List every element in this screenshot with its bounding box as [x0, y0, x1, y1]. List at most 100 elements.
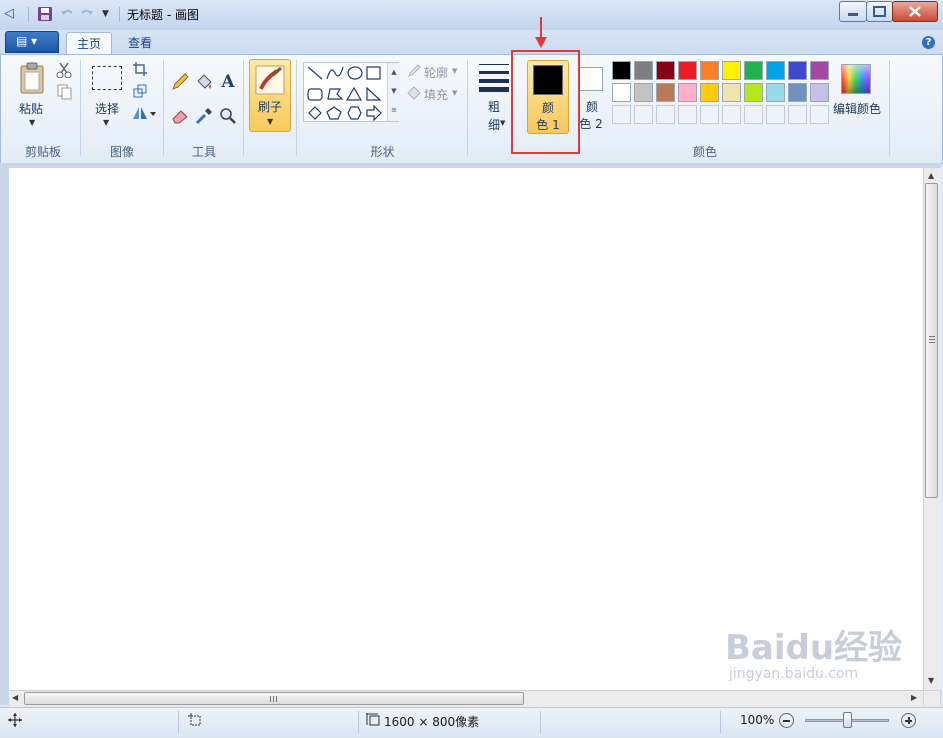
select-label[interactable]: 选择 [88, 100, 126, 117]
custom-color-slot[interactable] [612, 105, 631, 124]
zoom-slider-thumb[interactable] [842, 712, 852, 728]
color-picker-icon[interactable] [194, 106, 214, 126]
resize-icon[interactable] [133, 84, 147, 98]
custom-color-slot[interactable] [722, 105, 741, 124]
close-button[interactable] [892, 1, 938, 22]
pencil-icon[interactable] [170, 72, 190, 92]
palette-swatch[interactable] [722, 61, 741, 80]
eraser-icon[interactable] [170, 106, 190, 126]
custom-color-slot[interactable] [766, 105, 785, 124]
redo-icon[interactable] [79, 6, 95, 22]
paint-app-icon[interactable]: ◁ [4, 6, 20, 22]
magnifier-icon[interactable] [218, 106, 238, 126]
hexagon-shape-icon [347, 106, 362, 120]
file-menu-label: ▤ ▾ [16, 34, 38, 48]
palette-swatch[interactable] [634, 61, 653, 80]
custom-color-slot[interactable] [744, 105, 763, 124]
palette-swatch[interactable] [612, 83, 631, 102]
palette-swatch[interactable] [634, 83, 653, 102]
fill-dropdown-icon[interactable]: ▼ [452, 89, 457, 97]
paste-icon[interactable] [19, 62, 45, 94]
shapes-gallery-scroll[interactable]: ▲ ▼ ≡ [387, 63, 400, 121]
brushes-dropdown-icon: ▼ [267, 117, 274, 126]
zoom-in-button[interactable] [901, 713, 916, 728]
zoom-out-button[interactable] [779, 713, 794, 728]
tab-view[interactable]: 查看 [118, 32, 162, 54]
palette-swatch[interactable] [788, 61, 807, 80]
diamond-shape-icon [308, 106, 322, 120]
tools-group-label: 工具 [191, 145, 216, 159]
group-separator [243, 60, 244, 156]
group-separator [163, 60, 164, 156]
fill-icon[interactable] [407, 86, 421, 100]
annotation-highlight-box [511, 50, 580, 154]
text-tool-icon[interactable]: A [218, 72, 238, 92]
undo-icon[interactable] [59, 6, 75, 22]
crop-icon[interactable] [133, 62, 147, 76]
edit-colors-label[interactable]: 编辑颜色 [830, 100, 884, 117]
zoom-level-text: 100% [740, 713, 775, 727]
custom-color-slot[interactable] [656, 105, 675, 124]
file-menu-button[interactable]: ▤ ▾ [5, 31, 59, 53]
tab-home[interactable]: 主页 [66, 32, 112, 55]
status-separator [358, 711, 359, 733]
palette-swatch[interactable] [766, 83, 785, 102]
vertical-scroll-thumb[interactable] [925, 183, 938, 498]
maximize-button[interactable] [866, 1, 893, 22]
shapes-group-label: 形状 [370, 145, 395, 159]
palette-swatch[interactable] [744, 61, 763, 80]
select-icon[interactable] [92, 66, 122, 90]
custom-color-slot[interactable] [810, 105, 829, 124]
palette-swatch[interactable] [810, 61, 829, 80]
brushes-button[interactable]: 刷子 ▼ [249, 59, 291, 132]
palette-swatch[interactable] [656, 83, 675, 102]
paste-label[interactable]: 粘贴 [14, 100, 48, 117]
palette-swatch[interactable] [656, 61, 675, 80]
palette-swatch[interactable] [700, 83, 719, 102]
oval-shape-icon [347, 66, 363, 80]
brush-icon [255, 65, 285, 95]
palette-swatch[interactable] [678, 61, 697, 80]
customize-quick-access-icon[interactable]: ▼ [102, 9, 109, 19]
palette-swatch[interactable] [744, 83, 763, 102]
custom-color-slot[interactable] [634, 105, 653, 124]
palette-swatch[interactable] [766, 61, 785, 80]
shapes-gallery: ▲ ▼ ≡ [303, 62, 400, 122]
right-triangle-shape-icon [366, 86, 382, 101]
minimize-button[interactable] [839, 1, 867, 22]
color2-swatch [579, 67, 603, 91]
select-dropdown-icon[interactable]: ▼ [103, 118, 109, 127]
palette-swatch[interactable] [810, 83, 829, 102]
paste-dropdown-icon[interactable]: ▼ [29, 118, 35, 127]
help-icon[interactable]: ? [922, 36, 935, 49]
outline-label[interactable]: 轮廓 [424, 64, 448, 81]
horizontal-scroll-thumb[interactable] [24, 692, 524, 705]
line-shape-icon [307, 66, 323, 80]
palette-swatch[interactable] [722, 83, 741, 102]
group-separator [889, 60, 890, 156]
custom-color-slot[interactable] [678, 105, 697, 124]
palette-swatch[interactable] [700, 61, 719, 80]
outline-dropdown-icon[interactable]: ▼ [452, 67, 457, 75]
cut-icon[interactable] [56, 62, 72, 79]
fill-label[interactable]: 填充 [424, 86, 448, 103]
group-separator [467, 60, 468, 156]
color2-label-top: 颜 [585, 100, 598, 114]
fill-bucket-icon[interactable] [194, 72, 214, 92]
size-line-2 [479, 71, 509, 74]
size-button[interactable]: 粗 细 ▼ [477, 62, 513, 136]
polygon-shape-icon [327, 88, 344, 100]
palette-swatch[interactable] [788, 83, 807, 102]
rotate-icon[interactable] [132, 106, 156, 120]
copy-icon[interactable] [56, 84, 72, 100]
image-group-label: 图像 [109, 145, 134, 159]
palette-swatch[interactable] [612, 61, 631, 80]
watermark-url: jingyan.baidu.com [729, 666, 859, 682]
drawing-canvas[interactable] [9, 168, 924, 690]
custom-color-slot[interactable] [788, 105, 807, 124]
edit-colors-icon[interactable] [841, 64, 871, 94]
save-icon[interactable] [37, 6, 53, 22]
custom-color-slot[interactable] [700, 105, 719, 124]
outline-icon[interactable] [407, 64, 421, 78]
palette-swatch[interactable] [678, 83, 697, 102]
